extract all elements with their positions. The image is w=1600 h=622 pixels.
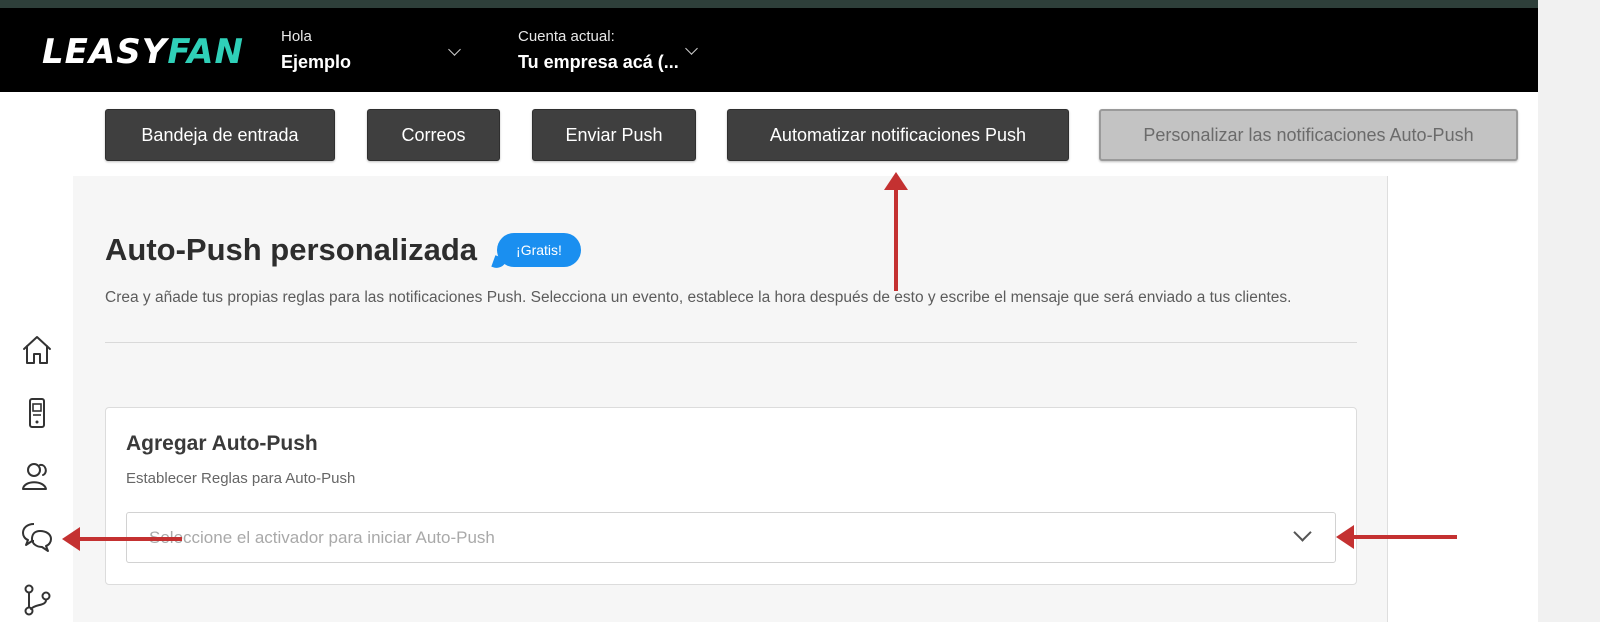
users-icon[interactable] <box>20 459 54 493</box>
tab-automatizar-notificaciones-push[interactable]: Automatizar notificaciones Push <box>727 109 1069 161</box>
annotation-arrow-left-chat-head <box>62 527 80 551</box>
logo-part-leasy: LEASY <box>42 32 168 72</box>
tab-personalizar-auto-push[interactable]: Personalizar las notificaciones Auto-Pus… <box>1099 109 1518 161</box>
brand-logo[interactable]: LEASYFAN <box>42 32 244 72</box>
chat-icon[interactable] <box>20 520 54 554</box>
account-menu-chevron-down-icon[interactable] <box>685 42 698 55</box>
app-header: LEASYFAN Hola Ejemplo Cuenta actual: Tu … <box>0 8 1538 92</box>
mobile-device-icon[interactable] <box>20 396 54 430</box>
tab-bandeja-de-entrada[interactable]: Bandeja de entrada <box>105 109 335 161</box>
trigger-select[interactable]: Seleccione el activador para iniciar Aut… <box>126 512 1336 563</box>
user-menu[interactable]: Hola Ejemplo <box>281 28 351 73</box>
account-menu[interactable]: Cuenta actual: Tu empresa acá (... <box>518 28 679 73</box>
card-subtitle: Establecer Reglas para Auto-Push <box>126 470 356 487</box>
page-description: Crea y añade tus propias reglas para las… <box>105 289 1292 306</box>
user-menu-chevron-down-icon[interactable] <box>448 43 461 56</box>
app-screen: LEASYFAN Hola Ejemplo Cuenta actual: Tu … <box>0 0 1600 622</box>
annotation-arrow-up-shaft <box>894 186 898 291</box>
trigger-select-placeholder: Seleccione el activador para iniciar Aut… <box>149 528 495 547</box>
page-title: Auto-Push personalizada <box>105 232 478 267</box>
user-name: Ejemplo <box>281 52 352 72</box>
tab-correos[interactable]: Correos <box>367 109 500 161</box>
annotation-arrow-up-head <box>884 172 908 190</box>
card-title: Agregar Auto-Push <box>126 432 318 455</box>
section-divider <box>105 342 1357 343</box>
chevron-down-icon[interactable] <box>1293 523 1312 542</box>
workflow-icon[interactable] <box>20 583 54 617</box>
account-name: Tu empresa acá (... <box>518 52 679 72</box>
annotation-arrow-left-select-shaft <box>1352 535 1457 539</box>
free-badge: ¡Gratis! <box>497 233 581 267</box>
scrollbar-track[interactable] <box>1538 0 1600 622</box>
tab-enviar-push[interactable]: Enviar Push <box>532 109 696 161</box>
logo-part-fan: FAN <box>167 32 244 72</box>
home-icon[interactable] <box>20 333 54 367</box>
greeting-label: Hola <box>281 28 312 45</box>
annotation-arrow-left-select-head <box>1336 525 1354 549</box>
annotation-arrow-left-chat-shaft <box>78 537 182 541</box>
top-accent-bar <box>0 0 1538 8</box>
account-label: Cuenta actual: <box>518 28 615 45</box>
